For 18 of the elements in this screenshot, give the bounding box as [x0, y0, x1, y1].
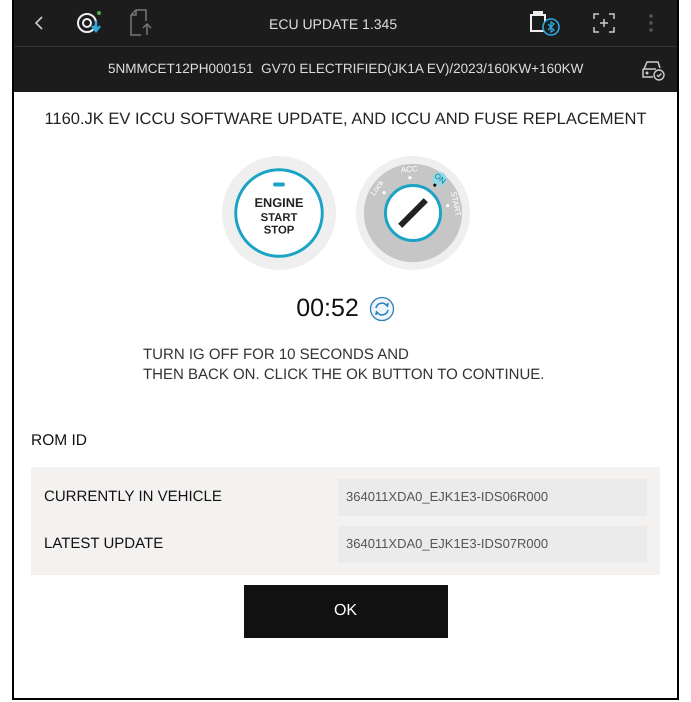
bluetooth-card-icon[interactable]: [529, 9, 561, 37]
ok-button[interactable]: OK: [244, 584, 448, 638]
scan-frame-icon[interactable]: [593, 13, 615, 33]
refresh-icon[interactable]: [368, 296, 395, 322]
countdown-timer: 00:52: [296, 292, 359, 324]
rom-id-title: ROM ID: [31, 431, 88, 452]
window-title: ECU UPDATE 1.345: [269, 15, 398, 34]
rom-row-label: CURRENTLY IN VEHICLE: [44, 486, 223, 507]
back-icon[interactable]: [34, 15, 44, 31]
engine-start-button-drawing: ENGINE START STOP: [220, 154, 338, 272]
procedure-heading: 1160.JK EV ICCU SOFTWARE UPDATE, AND ICCU AND FUSE REPLACEMENT: [43, 109, 648, 130]
vehicle-info: 5NMMCET12PH000151 GV70 ELECTRIFIED(JK1A EV)/2023/160KW+160KW: [108, 60, 584, 78]
rom-row-label: LATEST UPDATE: [44, 534, 164, 554]
instruction-text: TURN IG OFF FOR 10 SECONDS AND THEN BACK ON. CLICK THE OK BUTTON TO CONTINUE.: [143, 345, 546, 386]
car-check-icon[interactable]: [641, 58, 665, 80]
rom-value-field: 364011XDA0_EJK1E3-IDS07R000: [338, 526, 647, 562]
document-upload-icon[interactable]: [128, 9, 154, 37]
rom-value-field: 364011XDA0_EJK1E3-IDS06R000: [338, 478, 647, 516]
